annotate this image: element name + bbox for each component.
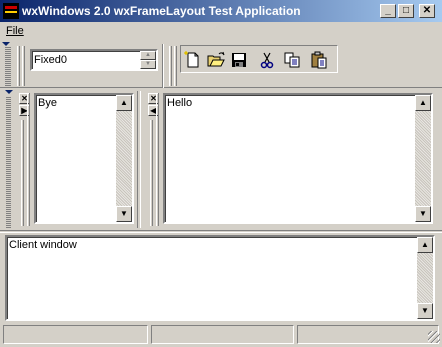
left-scroll-down-button[interactable]: ▼ <box>116 206 132 222</box>
new-file-button[interactable] <box>182 49 204 71</box>
dock-left-handle[interactable] <box>5 46 11 86</box>
app-icon[interactable] <box>3 3 19 19</box>
status-field-3 <box>297 325 439 344</box>
pane-separator <box>0 230 442 233</box>
right-pane-grip[interactable] <box>150 120 153 226</box>
size-grip[interactable] <box>428 331 440 343</box>
combo-bar-grip[interactable] <box>17 46 20 86</box>
paste-icon <box>311 51 327 69</box>
right-scroll-down-button[interactable]: ▼ <box>415 206 431 222</box>
client-window[interactable]: Client window ▲ ▼ <box>5 235 435 321</box>
cut-button[interactable] <box>256 49 278 71</box>
left-pane-text-area[interactable]: Bye ▲ ▼ <box>34 93 134 224</box>
toolbar-grip[interactable] <box>174 46 177 86</box>
right-pane-text-area[interactable]: Hello ▲ ▼ <box>163 93 433 224</box>
middle-dock-handle[interactable] <box>6 96 11 228</box>
client-scroll-up-button[interactable]: ▲ <box>417 237 433 253</box>
client-window-text: Client window <box>9 239 77 251</box>
fixed-combo[interactable]: Fixed0 ▲ ▼ <box>30 49 158 71</box>
new-file-icon <box>184 51 199 68</box>
status-field-1 <box>3 325 148 344</box>
right-scroll-up-button[interactable]: ▲ <box>415 95 431 111</box>
combo-up-button[interactable]: ▲ <box>140 51 156 60</box>
left-pane-scrollbar[interactable]: ▲ ▼ <box>116 95 132 222</box>
minimize-button[interactable]: _ <box>380 4 396 18</box>
left-scroll-up-button[interactable]: ▲ <box>116 95 132 111</box>
close-button[interactable]: ✕ <box>419 4 435 18</box>
client-scrollbar[interactable]: ▲ ▼ <box>417 237 433 319</box>
menu-file[interactable]: File <box>6 25 24 37</box>
copy-icon <box>284 52 300 68</box>
status-field-2 <box>151 325 294 344</box>
combo-bar-separator <box>162 44 164 88</box>
cut-icon <box>260 52 274 69</box>
right-pane-scrollbar[interactable]: ▲ ▼ <box>415 95 431 222</box>
menu-bar <box>0 22 442 40</box>
fixed-combo-value: Fixed0 <box>34 54 68 66</box>
left-pane-text: Bye <box>38 97 57 109</box>
left-pane-border <box>137 91 141 228</box>
window-title: wxWindows 2.0 wxFrameLayout Test Applica… <box>22 4 301 18</box>
left-pane-grip[interactable] <box>21 120 24 226</box>
left-pane-grip[interactable] <box>27 93 30 226</box>
combo-down-button[interactable]: ▼ <box>140 60 156 69</box>
toolbar-grip[interactable] <box>169 46 172 86</box>
right-pane-grip[interactable] <box>156 93 159 226</box>
open-folder-icon <box>207 51 225 67</box>
title-bar[interactable]: wxWindows 2.0 wxFrameLayout Test Applica… <box>0 0 442 22</box>
open-button[interactable] <box>205 49 227 71</box>
save-button[interactable] <box>228 49 250 71</box>
client-scroll-down-button[interactable]: ▼ <box>417 303 433 319</box>
right-pane-text: Hello <box>167 97 193 109</box>
maximize-button[interactable]: □ <box>398 4 414 18</box>
combo-bar-grip[interactable] <box>22 46 25 86</box>
save-icon <box>232 53 246 67</box>
copy-button[interactable] <box>281 49 303 71</box>
paste-button[interactable] <box>308 49 330 71</box>
